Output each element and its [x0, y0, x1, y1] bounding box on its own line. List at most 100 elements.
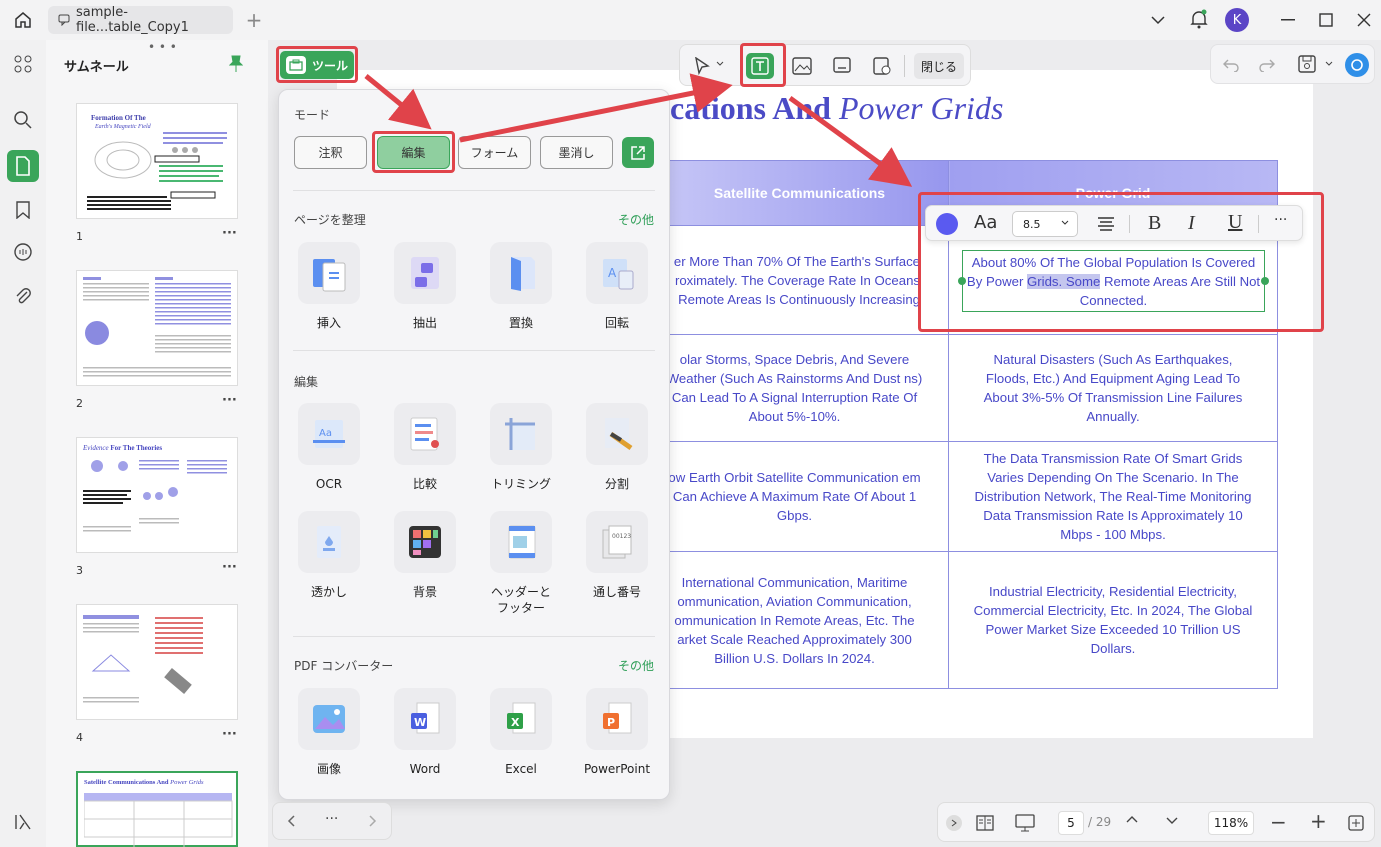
thumb-graphic: [84, 793, 233, 847]
thumbnail-more-icon[interactable]: ···: [222, 560, 237, 575]
bell-icon[interactable]: [1188, 8, 1210, 30]
page-number-input[interactable]: 5: [1058, 811, 1084, 835]
converter-more-link[interactable]: その他: [618, 657, 654, 674]
font-family-button[interactable]: Aa: [974, 212, 997, 233]
more-options-button[interactable]: ···: [1274, 212, 1287, 228]
thumbnail-more-icon[interactable]: ···: [222, 226, 237, 241]
add-link-icon[interactable]: [828, 53, 856, 79]
chevron-down-icon[interactable]: [716, 61, 724, 67]
thumbnail-more-icon[interactable]: ···: [222, 727, 237, 742]
bates-number-tool-tile[interactable]: 00123: [586, 511, 648, 573]
expand-icon[interactable]: [946, 815, 962, 831]
convert-powerpoint-tile[interactable]: P: [586, 688, 648, 750]
thumb-graphic: [83, 460, 227, 532]
thumbnail-page-icon[interactable]: [7, 150, 39, 182]
chevron-left-icon[interactable]: [287, 815, 295, 827]
avatar[interactable]: K: [1225, 8, 1249, 32]
header-footer-tool-label: ヘッダーと フッター: [490, 585, 551, 615]
zoom-out-icon[interactable]: −: [1270, 810, 1287, 834]
edit-section-title: 編集: [294, 375, 319, 389]
page-heading: cations And Power Grids: [670, 90, 1003, 127]
new-tab-icon[interactable]: +: [244, 8, 264, 32]
page-thumbnail[interactable]: [76, 270, 238, 386]
compare-icon: [405, 414, 445, 454]
close-edit-button[interactable]: 閉じる: [914, 53, 964, 79]
underline-button[interactable]: U: [1228, 211, 1242, 234]
search-icon[interactable]: [7, 104, 39, 136]
chevron-up-icon[interactable]: [1126, 815, 1138, 823]
page-thumbnail[interactable]: Formation Of The Earth's Magnetic Field: [76, 103, 238, 219]
convert-word-tile[interactable]: W: [394, 688, 456, 750]
watermark-tool-tile[interactable]: [298, 511, 360, 573]
document-tab[interactable]: sample-file...table_Copy1: [48, 5, 233, 35]
insert-tool-tile[interactable]: [298, 242, 360, 304]
background-tool-tile[interactable]: [394, 511, 456, 573]
undo-icon[interactable]: [1221, 55, 1241, 75]
ocr-tool-tile[interactable]: Aa: [298, 403, 360, 465]
thumb-title-em: Power Grids: [170, 779, 204, 786]
redo-icon[interactable]: [1257, 55, 1277, 75]
comments-icon[interactable]: [7, 236, 39, 268]
mode-redact-button[interactable]: 墨消し: [540, 136, 613, 169]
font-size-select[interactable]: 8.5: [1012, 211, 1078, 237]
table-cell: olar Storms, Space Debris, And Severe We…: [640, 334, 949, 442]
table-cell: er More Than 70% Of The Earth's Surface …: [640, 225, 949, 335]
pin-icon[interactable]: [226, 54, 246, 74]
header-footer-icon: [501, 522, 541, 562]
italic-button[interactable]: I: [1188, 212, 1195, 235]
page-layout-icon[interactable]: [974, 812, 996, 834]
crop-tool-tile[interactable]: [490, 403, 552, 465]
chevron-right-icon[interactable]: [369, 815, 377, 827]
mode-annotate-button[interactable]: 注釈: [294, 136, 367, 169]
thumbnail-more-icon[interactable]: ···: [222, 393, 237, 408]
page-thumbnail[interactable]: [76, 604, 238, 720]
split-tool-tile[interactable]: [586, 403, 648, 465]
page-thumbnail[interactable]: Evidence For The Theories: [76, 437, 238, 553]
save-icon[interactable]: [1297, 54, 1317, 74]
stamp-icon[interactable]: [868, 53, 896, 79]
home-icon[interactable]: [10, 8, 36, 32]
chevron-down-icon[interactable]: [1148, 10, 1168, 30]
font-color-swatch[interactable]: [936, 213, 958, 235]
pointer-icon[interactable]: [688, 53, 716, 79]
table-header-satellite: Satellite Communications: [640, 160, 949, 226]
zoom-level[interactable]: 118%: [1208, 811, 1254, 835]
ai-assistant-icon[interactable]: [1345, 53, 1369, 77]
bookmark-icon[interactable]: [7, 194, 39, 226]
svg-text:A: A: [608, 266, 617, 280]
apps-icon[interactable]: [7, 48, 39, 80]
replace-tool-tile[interactable]: [490, 242, 552, 304]
divider: [1258, 215, 1259, 233]
chevron-down-icon[interactable]: [1325, 61, 1333, 67]
extract-tool-tile[interactable]: [394, 242, 456, 304]
maximize-icon[interactable]: [1316, 10, 1336, 30]
fit-page-icon[interactable]: [1346, 813, 1366, 833]
organize-more-link[interactable]: その他: [618, 211, 654, 228]
chevron-down-icon[interactable]: [1166, 817, 1178, 825]
close-window-icon[interactable]: [1354, 10, 1374, 30]
table-cell: The Data Transmission Rate Of Smart Grid…: [948, 441, 1278, 552]
thumb-subtitle: Earth's Magnetic Field: [95, 124, 151, 130]
page-thumbnail-selected[interactable]: Satellite Communications And Power Grids: [76, 771, 238, 847]
minimize-icon[interactable]: [1278, 10, 1298, 30]
presentation-icon[interactable]: [1014, 812, 1036, 834]
rotate-tool-tile[interactable]: A: [586, 242, 648, 304]
mode-form-button[interactable]: フォーム: [458, 136, 531, 169]
header-footer-tool-tile[interactable]: [490, 511, 552, 573]
more-icon[interactable]: ···: [325, 811, 338, 827]
convert-excel-tile[interactable]: X: [490, 688, 552, 750]
align-icon[interactable]: [1096, 215, 1116, 233]
zoom-in-icon[interactable]: +: [1310, 809, 1327, 833]
sidebar-toggle-icon[interactable]: [7, 806, 39, 838]
compare-tool-tile[interactable]: [394, 403, 456, 465]
drag-handle[interactable]: • • •: [148, 40, 177, 54]
bold-button[interactable]: B: [1148, 212, 1161, 235]
open-external-icon[interactable]: [622, 137, 654, 168]
add-image-icon[interactable]: [788, 53, 816, 79]
convert-image-tile[interactable]: [298, 688, 360, 750]
convert-powerpoint-label: PowerPoint: [583, 762, 651, 776]
thumb-title-plain: For The Theories: [110, 444, 163, 452]
thumb-title: Formation Of The: [91, 114, 146, 122]
attachment-icon[interactable]: [7, 280, 39, 312]
text-format-bar: Aa 8.5 B I U ···: [925, 205, 1303, 241]
